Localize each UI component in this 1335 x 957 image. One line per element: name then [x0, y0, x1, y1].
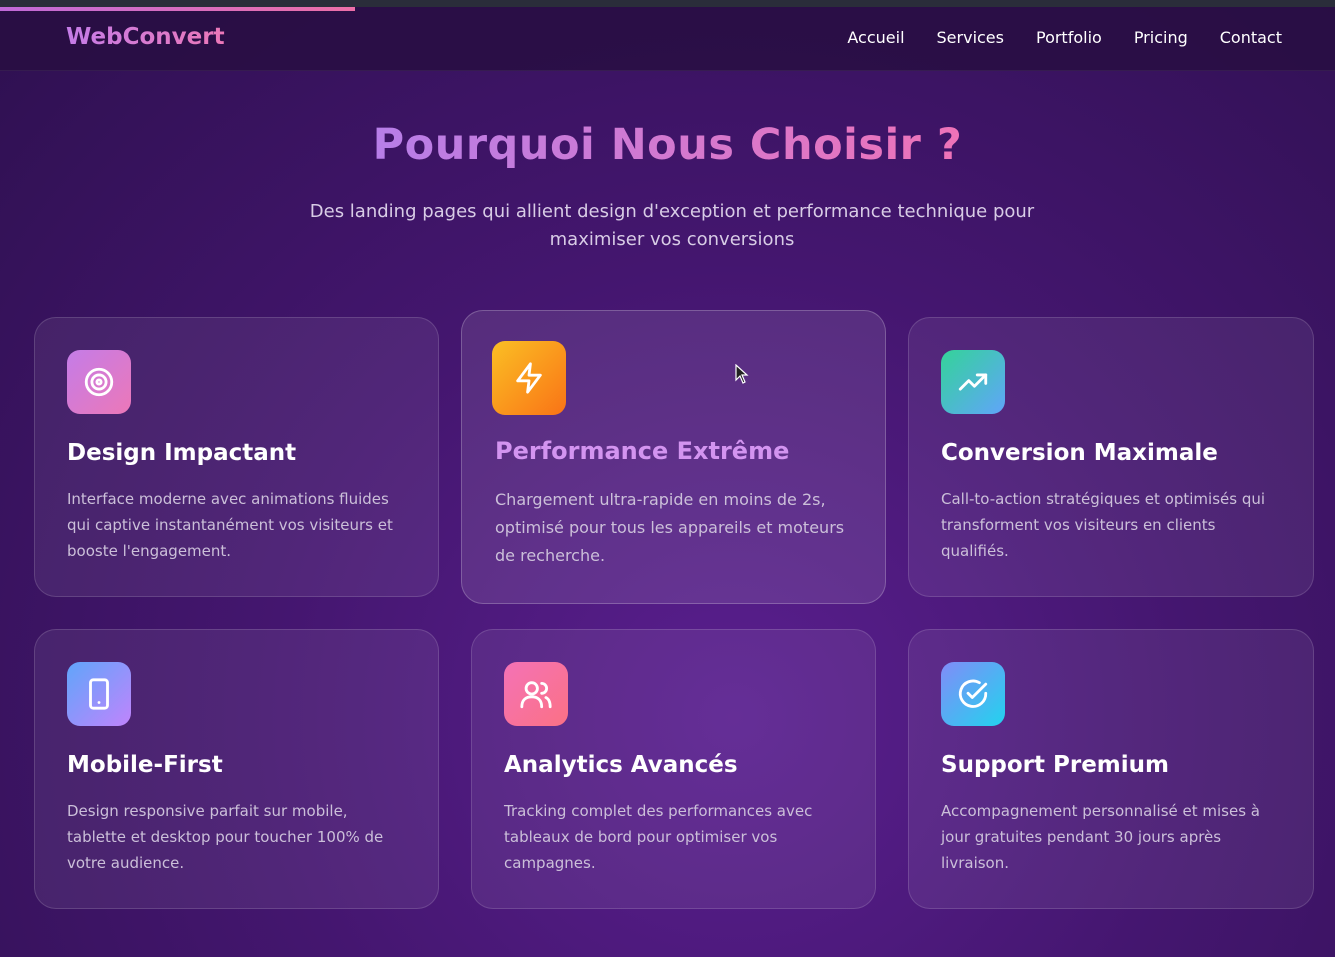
nav-links: Accueil Services Portfolio Pricing Conta…: [847, 28, 1282, 47]
feature-title: Design Impactant: [67, 440, 297, 466]
lightning-icon: [492, 341, 566, 415]
feature-description: Call-to-action stratégiques et optimisés…: [941, 490, 1266, 560]
feature-title: Mobile-First: [67, 752, 223, 778]
check-circle-icon: [941, 662, 1005, 726]
feature-description: Design responsive parfait sur mobile, ta…: [67, 802, 384, 872]
nav-link-services[interactable]: Services: [937, 28, 1004, 47]
browser-top-strip: [0, 0, 1335, 7]
mouse-cursor-icon: [735, 364, 749, 384]
feature-card-design: Design Impactant Interface moderne avec …: [34, 317, 439, 597]
feature-description: Chargement ultra-rapide en moins de 2s, …: [495, 490, 845, 565]
nav-link-pricing[interactable]: Pricing: [1134, 28, 1188, 47]
users-icon: [504, 662, 568, 726]
section-heading-wrap: Pourquoi Nous Choisir ?: [0, 120, 1335, 170]
feature-title: Performance Extrême: [495, 437, 790, 465]
feature-title: Analytics Avancés: [504, 752, 738, 778]
section-subtitle: Des landing pages qui allient design d'e…: [309, 201, 1035, 250]
nav-link-contact[interactable]: Contact: [1220, 28, 1282, 47]
tablet-icon: [67, 662, 131, 726]
nav-link-portfolio[interactable]: Portfolio: [1036, 28, 1102, 47]
feature-description: Interface moderne avec animations fluide…: [67, 490, 393, 560]
target-icon: [67, 350, 131, 414]
feature-title: Support Premium: [941, 752, 1170, 778]
section-title: Pourquoi Nous Choisir ?: [372, 120, 963, 170]
trending-up-icon: [941, 350, 1005, 414]
feature-card-performance: Performance Extrême Chargement ultra-rap…: [461, 310, 886, 604]
feature-card-analytics: Analytics Avancés Tracking complet des p…: [471, 629, 876, 909]
feature-description: Accompagnement personnalisé et mises à j…: [941, 802, 1260, 872]
brand-logo[interactable]: WebConvert: [66, 24, 225, 50]
feature-description: Tracking complet des performances avec t…: [504, 802, 813, 872]
navbar: WebConvert Accueil Services Portfolio Pr…: [0, 7, 1335, 71]
feature-card-support: Support Premium Accompagnement personnal…: [908, 629, 1314, 909]
feature-title: Conversion Maximale: [941, 440, 1218, 466]
nav-link-accueil[interactable]: Accueil: [847, 28, 904, 47]
scroll-progress-bar: [0, 7, 355, 11]
feature-card-mobile: Mobile-First Design responsive parfait s…: [34, 629, 439, 909]
feature-card-conversion: Conversion Maximale Call-to-action strat…: [908, 317, 1314, 597]
